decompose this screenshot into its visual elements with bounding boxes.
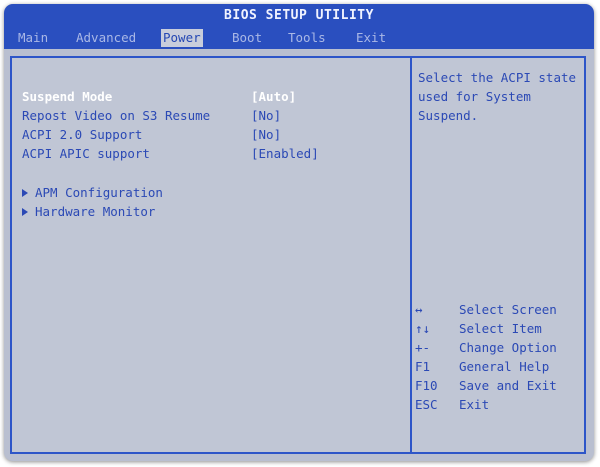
setting-label: ACPI APIC support (22, 146, 150, 161)
submenu-apm-configuration[interactable]: APM Configuration (22, 184, 163, 202)
settings-panel: Suspend Mode [Auto] Repost Video on S3 R… (10, 56, 586, 454)
key-action: Select Screen (459, 302, 557, 317)
key-label: +- (415, 340, 431, 355)
submenu-hardware-monitor[interactable]: Hardware Monitor (22, 203, 155, 221)
tab-boot[interactable]: Boot (230, 27, 264, 49)
key-label: ESC (415, 397, 438, 412)
key-hint-exit: ESC Exit (415, 395, 585, 414)
up-down-arrow-icon: ↑↓ (415, 321, 431, 336)
key-action: Select Item (459, 321, 542, 336)
left-right-arrow-icon: ↔ (415, 302, 423, 317)
menu-bar: Main Advanced Power Boot Tools Exit (4, 27, 594, 49)
panel-divider (410, 58, 412, 452)
tab-power[interactable]: Power (161, 29, 203, 47)
setting-value[interactable]: [Enabled] (251, 145, 319, 163)
key-action: Save and Exit (459, 378, 557, 393)
setting-label: Suspend Mode (22, 89, 113, 104)
setting-value[interactable]: [Auto] (251, 88, 296, 106)
key-label: F1 (415, 359, 431, 374)
key-hint-select-screen: ↔ Select Screen (415, 300, 585, 319)
key-label: F10 (415, 378, 438, 393)
setting-label: Repost Video on S3 Resume (22, 108, 211, 123)
setting-acpi-2-support[interactable]: ACPI 2.0 Support [No] (22, 126, 408, 144)
tab-tools[interactable]: Tools (286, 27, 328, 49)
key-hint-select-item: ↑↓ Select Item (415, 319, 585, 338)
help-text: Select the ACPI state used for System Su… (418, 70, 577, 123)
setting-repost-video[interactable]: Repost Video on S3 Resume [No] (22, 107, 408, 125)
tab-advanced[interactable]: Advanced (74, 27, 138, 49)
triangle-right-icon (22, 208, 28, 216)
key-action: Exit (459, 397, 490, 412)
submenu-label: APM Configuration (35, 185, 163, 200)
key-hint-change-option: +- Change Option (415, 338, 585, 357)
triangle-right-icon (22, 189, 28, 197)
bios-title: BIOS SETUP UTILITY (4, 4, 594, 27)
setting-value[interactable]: [No] (251, 126, 281, 144)
setting-value[interactable]: [No] (251, 107, 281, 125)
key-action: Change Option (459, 340, 557, 355)
tab-main[interactable]: Main (16, 27, 50, 49)
submenu-label: Hardware Monitor (35, 204, 156, 219)
bios-screen: BIOS SETUP UTILITY Main Advanced Power B… (4, 4, 594, 461)
key-hint-save-exit: F10 Save and Exit (415, 376, 585, 395)
key-action: General Help (459, 359, 550, 374)
setting-suspend-mode[interactable]: Suspend Mode [Auto] (22, 88, 408, 106)
setting-label: ACPI 2.0 Support (22, 127, 143, 142)
tab-exit[interactable]: Exit (354, 27, 388, 49)
key-hint-general-help: F1 General Help (415, 357, 585, 376)
setting-acpi-apic[interactable]: ACPI APIC support [Enabled] (22, 145, 408, 163)
